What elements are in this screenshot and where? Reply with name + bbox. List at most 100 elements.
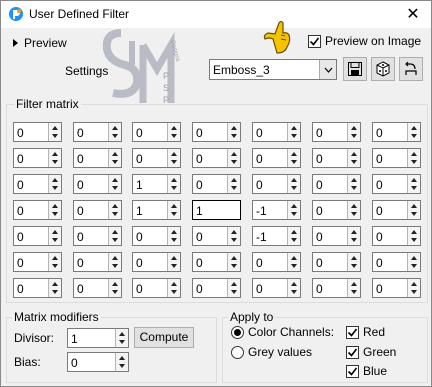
spinner-arrows[interactable] xyxy=(407,201,420,219)
matrix-cell[interactable]: 0 xyxy=(252,174,301,194)
matrix-cell[interactable]: 0 xyxy=(73,148,122,168)
spinner-arrows[interactable] xyxy=(287,227,300,245)
radio-button[interactable] xyxy=(231,345,244,359)
spinner-arrows[interactable] xyxy=(407,175,420,193)
spinner-arrows[interactable] xyxy=(287,279,300,297)
matrix-cell[interactable]: 0 xyxy=(312,226,361,246)
matrix-cell[interactable]: 0 xyxy=(73,122,122,142)
spinner-arrows[interactable] xyxy=(227,175,240,193)
matrix-cell[interactable]: 0 xyxy=(132,226,181,246)
matrix-cell[interactable]: 1 xyxy=(132,200,181,220)
spinner-arrows[interactable] xyxy=(167,123,180,141)
matrix-cell[interactable]: 0 xyxy=(372,200,421,220)
spinner-arrows[interactable] xyxy=(287,175,300,193)
matrix-cell[interactable]: 0 xyxy=(13,226,62,246)
spinner-arrows[interactable] xyxy=(347,279,360,297)
spinner-arrows[interactable] xyxy=(167,175,180,193)
spinner-arrows[interactable] xyxy=(48,279,61,297)
matrix-cell[interactable]: 0 xyxy=(13,122,62,142)
matrix-cell[interactable]: 0 xyxy=(73,174,122,194)
preset-dropdown[interactable]: Emboss_3 xyxy=(209,59,337,80)
matrix-cell[interactable]: 1 xyxy=(132,174,181,194)
spinner-arrows[interactable] xyxy=(108,279,121,297)
spinner-arrows[interactable] xyxy=(167,279,180,297)
matrix-cell[interactable]: 0 xyxy=(192,148,241,168)
matrix-cell[interactable]: 0 xyxy=(132,122,181,142)
spinner-arrows[interactable] xyxy=(48,175,61,193)
matrix-cell[interactable]: 0 xyxy=(132,278,181,298)
matrix-cell[interactable]: 0 xyxy=(312,148,361,168)
matrix-cell[interactable]: 0 xyxy=(252,278,301,298)
spinner-arrows[interactable] xyxy=(347,253,360,271)
matrix-cell[interactable]: 0 xyxy=(312,252,361,272)
spinner-arrows[interactable] xyxy=(167,227,180,245)
close-button[interactable]: ✕ xyxy=(399,3,427,25)
matrix-cell[interactable]: 0 xyxy=(372,122,421,142)
compute-button[interactable]: Compute xyxy=(134,327,194,348)
red-checkbox[interactable]: Red xyxy=(346,325,385,339)
matrix-cell[interactable]: 0 xyxy=(372,174,421,194)
spinner-arrows[interactable] xyxy=(227,253,240,271)
spinner-arrows[interactable] xyxy=(108,201,121,219)
matrix-cell[interactable]: 0 xyxy=(192,278,241,298)
preview-on-image-checkbox[interactable]: Preview on Image xyxy=(308,34,421,48)
checkbox-box[interactable] xyxy=(346,345,359,359)
spinner-arrows[interactable] xyxy=(347,175,360,193)
checkbox-box[interactable] xyxy=(346,325,359,339)
matrix-cell[interactable]: 0 xyxy=(252,122,301,142)
matrix-cell[interactable]: 0 xyxy=(372,226,421,246)
color-channels-radio[interactable]: Color Channels: xyxy=(231,325,334,339)
spinner-arrows[interactable] xyxy=(347,201,360,219)
matrix-cell[interactable]: 0 xyxy=(13,278,62,298)
matrix-cell[interactable]: 0 xyxy=(132,148,181,168)
spinner-arrows[interactable] xyxy=(227,227,240,245)
spinner-arrows[interactable] xyxy=(108,123,121,141)
matrix-cell[interactable]: 0 xyxy=(372,278,421,298)
spinner-arrows[interactable] xyxy=(407,279,420,297)
spinner-arrows[interactable] xyxy=(227,123,240,141)
matrix-cell[interactable]: 0 xyxy=(372,252,421,272)
matrix-cell[interactable]: 0 xyxy=(312,200,361,220)
spinner-arrows[interactable] xyxy=(48,149,61,167)
checkbox-box[interactable] xyxy=(308,34,321,48)
preview-expander[interactable]: Preview xyxy=(13,36,67,50)
spinner-arrows[interactable] xyxy=(108,149,121,167)
reset-defaults-button[interactable] xyxy=(399,57,423,81)
spinner-arrows[interactable] xyxy=(48,201,61,219)
spinner-arrows[interactable] xyxy=(287,253,300,271)
spinner-arrows[interactable] xyxy=(407,149,420,167)
spinner-arrows[interactable] xyxy=(227,279,240,297)
radio-button-selected[interactable] xyxy=(231,325,244,339)
matrix-cell[interactable]: 0 xyxy=(312,174,361,194)
matrix-cell[interactable]: 0 xyxy=(252,148,301,168)
matrix-cell[interactable]: 0 xyxy=(312,122,361,142)
matrix-cell[interactable]: 0 xyxy=(192,252,241,272)
spinner-arrows[interactable] xyxy=(287,123,300,141)
matrix-cell[interactable]: 0 xyxy=(13,200,62,220)
spinner-arrows[interactable] xyxy=(347,149,360,167)
checkbox-box[interactable] xyxy=(346,364,359,378)
green-checkbox[interactable]: Green xyxy=(346,345,396,359)
divisor-input[interactable]: 1 xyxy=(67,328,129,348)
spinner-arrows[interactable] xyxy=(108,175,121,193)
spinner-arrows[interactable] xyxy=(347,227,360,245)
spinner-arrows[interactable] xyxy=(167,149,180,167)
matrix-cell[interactable]: 0 xyxy=(312,278,361,298)
matrix-cell[interactable]: 0 xyxy=(13,174,62,194)
matrix-cell[interactable]: -1 xyxy=(252,200,301,220)
matrix-cell[interactable]: 0 xyxy=(132,252,181,272)
spinner-arrows[interactable] xyxy=(407,227,420,245)
spinner-arrows[interactable] xyxy=(167,201,180,219)
spinner-arrows[interactable] xyxy=(48,123,61,141)
matrix-cell[interactable]: 0 xyxy=(192,174,241,194)
spinner-arrows[interactable] xyxy=(48,227,61,245)
blue-checkbox[interactable]: Blue xyxy=(346,364,387,378)
matrix-cell[interactable]: 0 xyxy=(73,252,122,272)
spinner-arrows[interactable] xyxy=(407,253,420,271)
spinner-arrows[interactable] xyxy=(108,253,121,271)
spinner-arrows[interactable] xyxy=(108,227,121,245)
spinner-arrows[interactable] xyxy=(287,201,300,219)
spinner-arrows[interactable] xyxy=(347,123,360,141)
save-preset-button[interactable] xyxy=(343,57,367,81)
dropdown-arrow-button[interactable] xyxy=(319,60,336,79)
